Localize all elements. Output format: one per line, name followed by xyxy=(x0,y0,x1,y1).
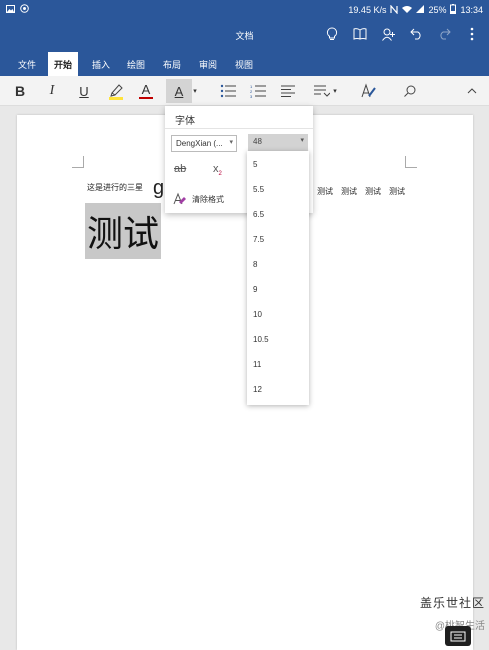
chevron-up-icon xyxy=(467,88,477,94)
read-mode-icon[interactable] xyxy=(351,25,369,43)
highlighter-button[interactable] xyxy=(106,81,126,101)
clock: 13:34 xyxy=(460,5,483,15)
font-size-option[interactable]: 12 xyxy=(247,376,309,401)
target-notification-icon xyxy=(20,4,29,15)
battery-icon xyxy=(450,4,457,16)
more-options-icon[interactable] xyxy=(463,25,481,43)
tab-review[interactable]: 审阅 xyxy=(193,54,223,75)
bullet-list-button[interactable] xyxy=(218,81,238,101)
bold-button[interactable]: B xyxy=(10,81,30,101)
battery-level: 25% xyxy=(428,5,447,15)
share-person-icon[interactable] xyxy=(379,25,397,43)
panel-divider xyxy=(165,128,313,129)
clear-formatting-icon xyxy=(173,192,186,205)
font-size-option[interactable]: 6.5 xyxy=(247,201,309,226)
gallery-notification-icon xyxy=(6,4,15,15)
ribbon-tabs: 文件 开始 插入 绘图 布局 审阅 视图 xyxy=(0,48,489,76)
font-size-option[interactable]: 5 xyxy=(247,151,309,176)
document-repeated-words: 测试 测试 测试 测试 xyxy=(317,186,405,197)
chevron-down-icon: ▾ xyxy=(229,139,233,146)
status-bar: 19.45 K/s 25% 13:34 xyxy=(0,0,489,20)
clear-formatting-label: 清除格式 xyxy=(192,194,224,204)
numbered-list-button[interactable]: 123 xyxy=(248,81,268,101)
font-size-dropdown[interactable]: 48 ▾ xyxy=(248,134,308,151)
watermark: 盖乐世社区 @桃智生活 xyxy=(395,594,485,632)
subscript-index: 2 xyxy=(218,171,222,178)
italic-button[interactable]: I xyxy=(42,81,62,101)
document-word: 测试 xyxy=(389,187,405,196)
paragraph-dropdown-caret[interactable]: ▾ xyxy=(331,81,339,101)
redo-icon[interactable] xyxy=(435,25,453,43)
text-effects-letter: A xyxy=(174,83,184,99)
align-button[interactable] xyxy=(278,81,298,101)
numbering-icon: 123 xyxy=(250,84,266,98)
formatting-toolbar: B I U A A ▾ 123 ▾ xyxy=(0,76,489,106)
paragraph-spacing-button[interactable] xyxy=(312,81,332,101)
font-color-button[interactable]: A xyxy=(136,81,156,101)
tab-insert[interactable]: 插入 xyxy=(86,54,116,75)
keyboard-button[interactable] xyxy=(445,626,471,646)
font-size-option[interactable]: 10 xyxy=(247,301,309,326)
svg-text:3: 3 xyxy=(250,94,253,98)
font-size-option[interactable]: 5.5 xyxy=(247,176,309,201)
keyboard-icon xyxy=(450,631,466,642)
document-large-letter: g xyxy=(153,177,165,199)
highlighter-icon xyxy=(109,84,123,100)
signal-icon xyxy=(416,5,425,15)
subscript-button[interactable]: x2 xyxy=(213,163,222,177)
strikethrough-button[interactable]: ab xyxy=(174,163,186,175)
document-word: 测试 xyxy=(365,187,381,196)
nfc-icon xyxy=(390,3,399,16)
search-button[interactable] xyxy=(400,81,420,101)
title-bar: 文档 xyxy=(0,20,489,48)
undo-icon[interactable] xyxy=(407,25,425,43)
styles-icon xyxy=(361,83,376,98)
document-word: 测试 xyxy=(317,187,333,196)
document-text-line: 这是进行的三星 xyxy=(87,183,143,192)
font-size-option[interactable]: 10.5 xyxy=(247,326,309,351)
text-effects-dropdown-caret[interactable]: ▾ xyxy=(191,81,199,101)
font-size-option[interactable]: 11 xyxy=(247,351,309,376)
text-effects-button[interactable]: A xyxy=(166,79,192,103)
font-size-option[interactable]: 8 xyxy=(247,251,309,276)
lightbulb-icon[interactable] xyxy=(323,25,341,43)
font-size-value: 48 xyxy=(253,137,262,146)
font-size-option[interactable]: 9 xyxy=(247,276,309,301)
tab-file[interactable]: 文件 xyxy=(12,54,42,75)
font-color-bar xyxy=(139,97,153,99)
font-name-dropdown[interactable]: DengXian (... ▾ xyxy=(171,135,237,152)
font-color-letter: A xyxy=(141,82,151,97)
paragraph-format-icon xyxy=(314,85,330,97)
collapse-ribbon-button[interactable] xyxy=(462,81,482,101)
selected-heading-text[interactable]: 测试 xyxy=(85,203,162,259)
font-panel-title: 字体 xyxy=(175,116,195,127)
font-size-option[interactable]: 7.5 xyxy=(247,226,309,251)
tab-layout[interactable]: 布局 xyxy=(157,54,187,75)
font-name-value: DengXian (... xyxy=(176,139,223,148)
watermark-author: @桃智生活 xyxy=(395,617,485,632)
align-left-icon xyxy=(281,85,295,97)
chevron-down-icon: ▾ xyxy=(300,137,304,144)
search-icon xyxy=(404,85,416,97)
document-word: 测试 xyxy=(341,187,357,196)
tab-view[interactable]: 视图 xyxy=(229,54,259,75)
tab-draw[interactable]: 绘图 xyxy=(121,54,151,75)
watermark-brand: 盖乐世社区 xyxy=(419,596,485,610)
styles-button[interactable] xyxy=(358,81,378,101)
network-speed: 19.45 K/s xyxy=(348,5,387,15)
wifi-icon xyxy=(402,5,413,15)
underline-button[interactable]: U xyxy=(74,81,94,101)
tab-home[interactable]: 开始 xyxy=(48,52,79,76)
margin-corner-top-right xyxy=(405,156,417,168)
bullets-icon xyxy=(220,84,236,98)
margin-corner-top-left xyxy=(72,156,84,168)
clear-formatting-button[interactable]: 清除格式 xyxy=(173,192,224,206)
font-size-options-list: 5 5.5 6.5 7.5 8 9 10 10.5 11 12 xyxy=(247,151,309,405)
